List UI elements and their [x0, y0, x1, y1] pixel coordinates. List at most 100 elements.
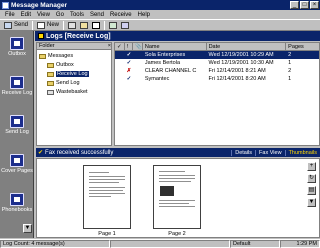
column-status[interactable]: ✓ — [115, 43, 125, 50]
send-icon — [4, 21, 12, 29]
row-name: Symantec — [144, 76, 170, 82]
status-bar: Log Count: 4 message(s) Default 1:29 PM — [0, 239, 320, 248]
row-pages: 1 — [288, 76, 292, 82]
shortcut-bar: Outbox Receive Log Send Log Cover Pages … — [0, 31, 34, 238]
text-line — [159, 206, 195, 207]
column-pages[interactable]: Pages — [286, 43, 319, 50]
rotate-icon[interactable]: ↻ — [307, 174, 316, 183]
status-spacer — [110, 240, 230, 248]
delete-button[interactable] — [90, 20, 102, 30]
sidebar-item-phonebooks[interactable]: Phonebooks — [0, 193, 34, 213]
column-date[interactable]: Date — [207, 43, 287, 50]
tree-label: Messages — [48, 53, 74, 59]
tree-label: Wastebasket — [56, 89, 88, 95]
view-header: Logs [Receive Log] — [35, 31, 320, 41]
delete-icon — [92, 21, 101, 29]
sidebar-item-outbox[interactable]: Outbox — [0, 37, 34, 57]
scroll-down-icon[interactable]: ▼ — [23, 224, 32, 233]
new-icon — [37, 21, 46, 29]
sidebar-item-label: Receive Log — [1, 90, 33, 96]
printer-icon — [68, 21, 77, 29]
column-priority[interactable]: ! — [125, 43, 133, 50]
table-row[interactable]: ✓ James Bertola Wed 12/19/2001 10:30 AM … — [115, 59, 319, 67]
sidebar-item-label: Phonebooks — [1, 207, 33, 213]
menu-receive[interactable]: Receive — [107, 12, 135, 18]
menu-view[interactable]: View — [34, 12, 53, 18]
photo-image — [160, 186, 174, 196]
table-row[interactable]: ✗ CLEAR CHANNEL C Fri 12/14/2001 8:21 AM… — [115, 67, 319, 75]
default-profile: Default — [230, 240, 280, 248]
sidebar-item-receive-log[interactable]: Receive Log — [0, 76, 34, 96]
menu-send[interactable]: Send — [87, 12, 107, 18]
page-label: Page 1 — [98, 231, 116, 237]
close-button[interactable]: × — [310, 1, 319, 9]
column-name[interactable]: Name — [143, 43, 207, 50]
move-button[interactable] — [78, 20, 90, 30]
folder-pane-header: Folder × — [37, 43, 111, 50]
sidebar-item-cover-pages[interactable]: Cover Pages — [0, 154, 34, 174]
row-date: Wed 12/19/2001 10:30 AM — [208, 60, 274, 66]
status-mark: ✓ — [126, 52, 132, 58]
page-thumbnail-1[interactable] — [83, 165, 131, 229]
send-log-icon — [10, 115, 24, 128]
phonebooks-icon — [10, 193, 24, 206]
menu-help[interactable]: Help — [135, 12, 153, 18]
maximize-button[interactable]: □ — [300, 1, 309, 9]
menu-tools[interactable]: Tools — [67, 12, 87, 18]
tree-item-outbox[interactable]: Outbox — [47, 62, 74, 68]
print-icon[interactable]: ▤ — [307, 186, 316, 195]
text-line — [89, 179, 125, 180]
tab-fax-view[interactable]: Fax View — [255, 149, 285, 156]
row-pages: 1 — [288, 60, 292, 66]
text-line — [89, 182, 119, 183]
status-mark: ✓ — [126, 76, 132, 82]
column-attachment[interactable]: 📎 — [133, 43, 143, 50]
log-count: Log Count: 4 message(s) — [0, 240, 110, 248]
print-button[interactable] — [66, 20, 78, 30]
menu-edit[interactable]: Edit — [18, 12, 34, 18]
page-thumbnail-2[interactable] — [153, 165, 201, 229]
row-pages: 2 — [288, 52, 292, 58]
text-line — [159, 171, 185, 172]
app-icon — [2, 1, 9, 9]
text-line — [159, 178, 195, 179]
receive-log-icon — [10, 76, 24, 89]
table-row[interactable]: ✓ Symantec Fri 12/14/2001 8:20 AM 1 — [115, 75, 319, 83]
refresh-button[interactable] — [119, 20, 131, 30]
sidebar-item-label: Outbox — [8, 51, 26, 57]
menu-go[interactable]: Go — [53, 12, 67, 18]
folder-pane-close-icon[interactable]: × — [108, 43, 111, 49]
row-name: Sola Enterprises — [144, 52, 186, 58]
sidebar-item-send-log[interactable]: Send Log — [0, 115, 34, 135]
tree-item-send-log[interactable]: Send Log — [47, 80, 80, 86]
table-row[interactable]: ✓ Sola Enterprises Wed 12/19/2001 10:29 … — [115, 51, 319, 59]
toolbar-separator — [63, 20, 65, 30]
row-name: CLEAR CHANNEL C — [144, 68, 197, 74]
title-bar: Message Manager _ □ × — [0, 0, 320, 10]
forward-button[interactable] — [107, 20, 119, 30]
new-label: New — [47, 22, 60, 28]
status-mark: ✗ — [126, 68, 132, 74]
down-icon[interactable]: ▼ — [307, 198, 316, 207]
tab-details[interactable]: Details — [231, 149, 255, 156]
tree-item-messages[interactable]: Messages — [39, 53, 73, 59]
tab-thumbnails[interactable]: Thumbnails — [284, 149, 320, 156]
tree-item-wastebasket[interactable]: Wastebasket — [47, 89, 88, 95]
folder-tree: Folder × Messages Outbox Receive Log Sen… — [36, 42, 112, 146]
folder-heading: Folder — [39, 43, 55, 49]
sidebar-item-label: Send Log — [5, 129, 29, 135]
toolbar-separator — [32, 20, 34, 30]
view-title: Logs [Receive Log] — [46, 32, 111, 40]
text-line — [89, 196, 111, 197]
cover-pages-icon — [10, 154, 24, 167]
text-line — [89, 190, 123, 191]
new-button[interactable]: New — [35, 20, 61, 30]
receive-log-folder-icon — [47, 71, 54, 77]
menu-file[interactable]: File — [2, 12, 18, 18]
send-button[interactable]: Send — [2, 20, 30, 30]
wastebasket-icon — [47, 89, 54, 95]
minimize-button[interactable]: _ — [290, 1, 299, 9]
zoom-icon[interactable]: + — [307, 162, 316, 171]
tree-item-receive-log[interactable]: Receive Log — [47, 71, 89, 77]
preview-header: ✔ Fax received successfully Details Fax … — [36, 148, 320, 157]
